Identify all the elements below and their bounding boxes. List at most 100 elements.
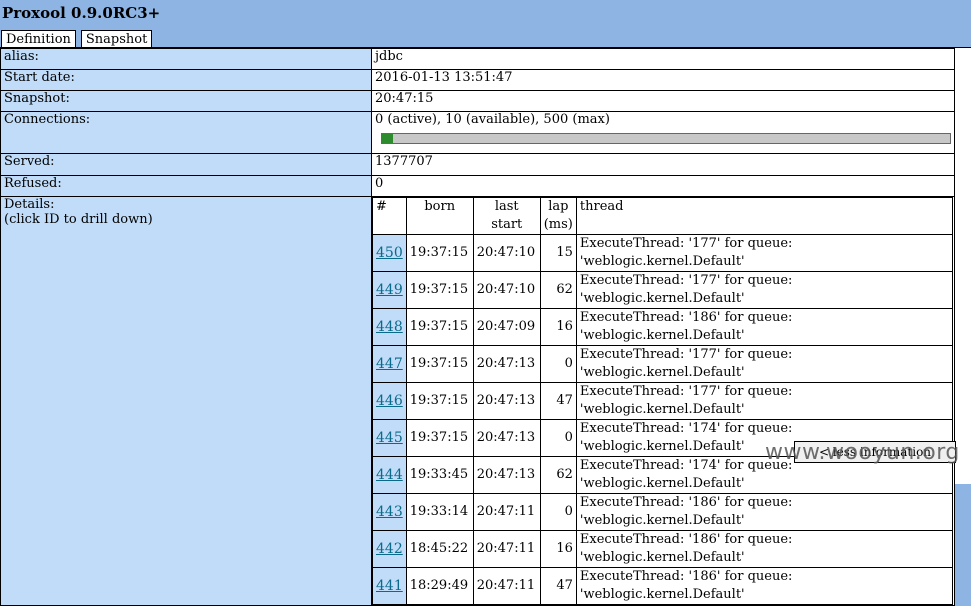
last-start-cell: 20:47:13 <box>472 456 541 494</box>
lap-cell: 47 <box>539 567 577 605</box>
details-cell: # born last start lap (ms) thread 450 19:37… <box>371 196 955 606</box>
last-start-cell: 20:47:11 <box>472 530 541 568</box>
born-cell: 19:37:15 <box>405 271 474 309</box>
refused-label: Refused: <box>0 175 372 197</box>
alias-value: jdbc <box>371 48 955 70</box>
last-start-cell: 20:47:10 <box>472 271 541 309</box>
table-row: 450 19:37:15 20:47:10 15 ExecuteThread: '177… <box>372 234 953 272</box>
connection-id-link[interactable]: 441 <box>376 578 403 594</box>
table-row: 448 19:37:15 20:47:09 16 ExecuteThread: '186… <box>372 308 953 346</box>
born-cell: 19:37:15 <box>405 382 474 420</box>
connection-id-link[interactable]: 442 <box>376 541 403 557</box>
connections-cell: 0 (active), 10 (available), 500 (max) <box>371 111 955 154</box>
born-cell: 19:33:45 <box>405 456 474 494</box>
born-cell: 19:37:15 <box>405 419 474 457</box>
row-alias: alias: jdbc <box>0 48 955 70</box>
lap-cell: 15 <box>539 234 577 272</box>
thread-cell: ExecuteThread: '186' for queue: 'weblogi… <box>575 493 953 531</box>
details-table: # born last start lap (ms) thread 450 19:37… <box>372 197 953 605</box>
born-cell: 19:33:14 <box>405 493 474 531</box>
thread-cell: ExecuteThread: '186' for queue: 'weblogi… <box>575 567 953 605</box>
snapshot-value: 20:47:15 <box>371 90 955 112</box>
lap-cell: 16 <box>539 530 577 568</box>
last-start-cell: 20:47:11 <box>472 567 541 605</box>
table-row: 446 19:37:15 20:47:13 47 ExecuteThread: '177… <box>372 382 953 420</box>
lap-cell: 0 <box>539 419 577 457</box>
connection-id-link[interactable]: 445 <box>376 430 403 446</box>
last-start-cell: 20:47:10 <box>472 234 541 272</box>
lap-cell: 0 <box>539 493 577 531</box>
born-cell: 18:45:22 <box>405 530 474 568</box>
details-header-row: # born last start lap (ms) thread <box>372 197 953 235</box>
header-last-start: last start <box>472 197 541 235</box>
row-served: Served: 1377707 <box>0 153 955 176</box>
last-start-cell: 20:47:13 <box>472 419 541 457</box>
app-title: Proxool 0.9.0RC3+ <box>2 4 161 22</box>
born-cell: 19:37:15 <box>405 345 474 383</box>
connection-id-link[interactable]: 449 <box>376 282 403 298</box>
thread-cell: ExecuteThread: '177' for queue: 'weblogi… <box>575 271 953 309</box>
id-cell: 443 <box>372 493 407 531</box>
connections-label: Connections: <box>0 111 372 154</box>
last-start-cell: 20:47:11 <box>472 493 541 531</box>
last-start-cell: 20:47:13 <box>472 345 541 383</box>
connection-id-link[interactable]: 444 <box>376 467 403 483</box>
lap-cell: 62 <box>539 456 577 494</box>
start-date-label: Start date: <box>0 69 372 91</box>
details-label-cell: Details: (click ID to drill down) <box>0 196 372 606</box>
connection-id-link[interactable]: 450 <box>376 245 403 261</box>
row-details: Details: (click ID to drill down) # born… <box>0 196 955 606</box>
table-row: 447 19:37:15 20:47:13 0 ExecuteThread: '177'… <box>372 345 953 383</box>
thread-cell: ExecuteThread: '177' for queue: 'weblogi… <box>575 234 953 272</box>
connection-id-link[interactable]: 447 <box>376 356 403 372</box>
connection-id-link[interactable]: 443 <box>376 504 403 520</box>
header-last-start-line1: last <box>494 199 519 214</box>
connections-bar <box>381 133 951 144</box>
born-cell: 18:29:49 <box>405 567 474 605</box>
details-label: Details: <box>4 197 55 212</box>
table-row: 443 19:33:14 20:47:11 0 ExecuteThread: '186'… <box>372 493 953 531</box>
id-cell: 447 <box>372 345 407 383</box>
thread-cell: ExecuteThread: '186' for queue: 'weblogi… <box>575 308 953 346</box>
details-sublabel: (click ID to drill down) <box>4 212 153 227</box>
born-cell: 19:37:15 <box>405 234 474 272</box>
snapshot-table: alias: jdbc Start date: 2016-01-13 13:51… <box>0 48 955 606</box>
details-body: 450 19:37:15 20:47:10 15 ExecuteThread: '177… <box>372 234 953 605</box>
id-cell: 446 <box>372 382 407 420</box>
connection-id-link[interactable]: 448 <box>376 319 403 335</box>
watermark: www.wooyun.org <box>765 440 960 465</box>
connection-id-link[interactable]: 446 <box>376 393 403 409</box>
connections-bar-fill <box>382 134 394 143</box>
snapshot-panel: alias: jdbc Start date: 2016-01-13 13:51… <box>0 47 971 606</box>
table-row: 449 19:37:15 20:47:10 62 ExecuteThread: '177… <box>372 271 953 309</box>
last-start-cell: 20:47:09 <box>472 308 541 346</box>
served-value: 1377707 <box>371 153 955 176</box>
lap-cell: 62 <box>539 271 577 309</box>
id-cell: 445 <box>372 419 407 457</box>
id-cell: 449 <box>372 271 407 309</box>
header-id: # <box>372 197 407 235</box>
thread-cell: ExecuteThread: '186' for queue: 'weblogi… <box>575 530 953 568</box>
row-start-date: Start date: 2016-01-13 13:51:47 <box>0 69 955 91</box>
snapshot-label: Snapshot: <box>0 90 372 112</box>
connections-value: 0 (active), 10 (available), 500 (max) <box>375 112 610 127</box>
row-connections: Connections: 0 (active), 10 (available),… <box>0 111 955 154</box>
lap-cell: 0 <box>539 345 577 383</box>
born-cell: 19:37:15 <box>405 308 474 346</box>
thread-cell: ExecuteThread: '177' for queue: 'weblogi… <box>575 345 953 383</box>
id-cell: 442 <box>372 530 407 568</box>
thread-cell: ExecuteThread: '177' for queue: 'weblogi… <box>575 382 953 420</box>
header-lap: lap (ms) <box>539 197 577 235</box>
row-refused: Refused: 0 <box>0 175 955 197</box>
header-lap-line1: lap <box>548 199 569 214</box>
header-born: born <box>405 197 474 235</box>
served-label: Served: <box>0 153 372 176</box>
header-lap-line2: (ms) <box>543 217 573 232</box>
header-thread: thread <box>575 197 953 235</box>
start-date-value: 2016-01-13 13:51:47 <box>371 69 955 91</box>
last-start-cell: 20:47:13 <box>472 382 541 420</box>
id-cell: 448 <box>372 308 407 346</box>
id-cell: 441 <box>372 567 407 605</box>
row-snapshot: Snapshot: 20:47:15 <box>0 90 955 112</box>
table-row: 441 18:29:49 20:47:11 47 ExecuteThread: '186… <box>372 567 953 605</box>
